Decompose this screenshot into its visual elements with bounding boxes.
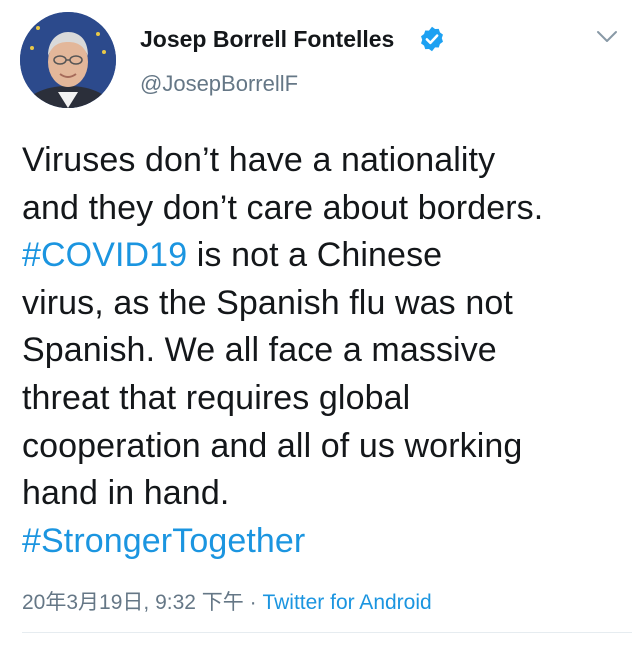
hashtag-link[interactable]: #COVID19 bbox=[22, 236, 187, 274]
tweet-text-line: threat that requires global bbox=[22, 375, 632, 423]
avatar-image bbox=[20, 12, 116, 108]
tweet-text-line: Spanish. We all face a massive bbox=[22, 327, 632, 375]
chevron-down-icon[interactable] bbox=[596, 30, 618, 44]
tweet-text-line: hand in hand. bbox=[22, 470, 632, 518]
tweet-card: Josep Borrell Fontelles @JosepBorrellF V… bbox=[0, 0, 640, 646]
tweet-text: Viruses don’t have a nationality and they… bbox=[22, 137, 632, 565]
tweet-text-segment: threat that requires global bbox=[22, 378, 411, 417]
tweet-source-link[interactable]: Twitter for Android bbox=[262, 591, 431, 614]
tweet-text-line: and they don’t care about borders. bbox=[22, 185, 632, 233]
tweet-text-line: cooperation and all of us working bbox=[22, 423, 632, 471]
tweet-text-segment: hand in hand. bbox=[22, 474, 230, 513]
author-name[interactable]: Josep Borrell Fontelles bbox=[140, 26, 394, 53]
tweet-meta: 20年3月19日, 9:32 下午 · Twitter for Android bbox=[22, 586, 432, 616]
tweet-text-line: virus, as the Spanish flu was not bbox=[22, 280, 632, 328]
divider bbox=[22, 632, 632, 633]
tweet-text-line: #StrongerTogether bbox=[22, 518, 632, 566]
tweet-text-line: #COVID19 is not a Chinese bbox=[22, 232, 632, 280]
tweet-text-segment: cooperation and all of us working bbox=[22, 426, 523, 465]
tweet-text-segment: and they don’t care about borders. bbox=[22, 188, 544, 227]
tweet-timestamp[interactable]: 20年3月19日, 9:32 下午 bbox=[22, 591, 244, 614]
tweet-text-segment: virus, as the Spanish flu was not bbox=[22, 283, 513, 322]
tweet-text-segment: Spanish. We all face a massive bbox=[22, 331, 497, 370]
author-handle[interactable]: @JosepBorrellF bbox=[140, 71, 298, 97]
avatar[interactable] bbox=[20, 12, 116, 108]
verified-badge-icon bbox=[421, 26, 443, 52]
tweet-text-line: Viruses don’t have a nationality bbox=[22, 137, 632, 185]
hashtag-link[interactable]: #StrongerTogether bbox=[22, 522, 305, 560]
meta-separator: · bbox=[243, 591, 263, 614]
tweet-text-segment: Viruses don’t have a nationality bbox=[22, 141, 496, 179]
tweet-text-segment: is not a Chinese bbox=[187, 236, 443, 275]
